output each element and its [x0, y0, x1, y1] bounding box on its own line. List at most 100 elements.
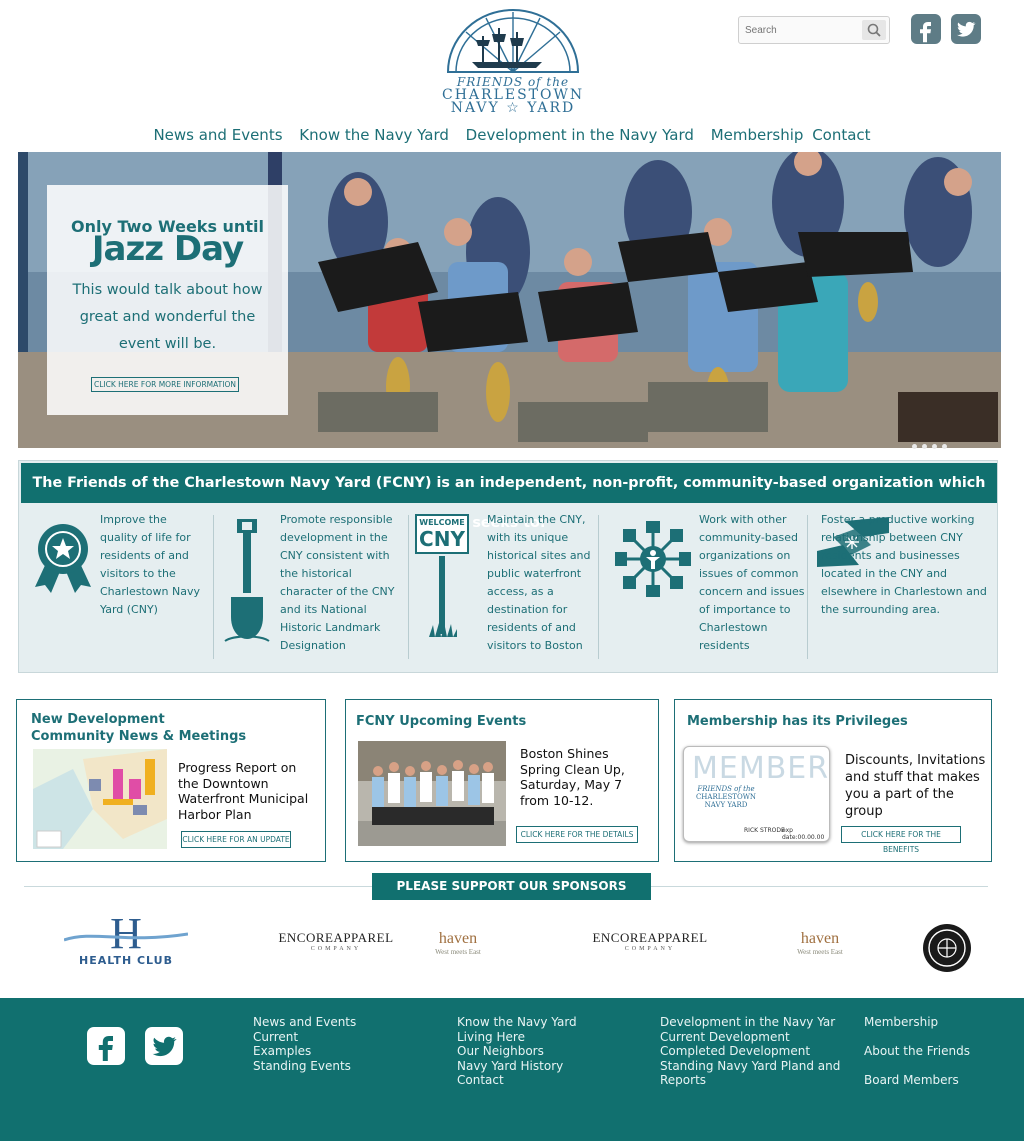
footer-col-development: Development in the Navy Yar Current Deve…: [660, 1015, 840, 1088]
mission-item-text: Promote responsible development in the C…: [280, 513, 395, 652]
card-logo-line-3: NAVY YARD: [690, 801, 762, 809]
logo-line-3: NAVY ☆ YARD: [442, 100, 584, 116]
footer-link[interactable]: Living Here: [457, 1030, 577, 1045]
encore-name: ENCOREAPPAREL: [278, 930, 394, 945]
main-nav: News and Events Know the Navy Yard Devel…: [0, 126, 1024, 144]
card-logo-line-2: CHARLESTOWN: [695, 793, 757, 801]
events-text: Boston Shines Spring Clean Up, Saturday,…: [520, 746, 625, 808]
card-watermark: MEMBER: [692, 751, 830, 786]
column-divider: [408, 515, 409, 659]
health-club-text: HEALTH CLUB: [79, 954, 173, 967]
logo-word-yard: YARD: [527, 100, 576, 116]
nav-development[interactable]: Development in the Navy Yard: [466, 126, 694, 144]
facebook-icon: [920, 22, 931, 43]
footer-twitter-button[interactable]: [145, 1027, 183, 1065]
footer-link[interactable]: Contact: [457, 1073, 577, 1088]
nav-know-the-navy-yard[interactable]: Know the Navy Yard: [299, 126, 449, 144]
card-logo: FRIENDS of the CHARLESTOWN NAVY YARD: [690, 785, 762, 809]
membership-title: Membership has its Privileges: [687, 714, 908, 729]
wave-icon: [64, 932, 188, 942]
slider-dot[interactable]: [912, 444, 917, 449]
column-divider: [598, 515, 599, 659]
footer-link[interactable]: Reports: [660, 1073, 840, 1088]
development-title: New Development: [31, 712, 165, 727]
footer-col-news: News and Events Current Examples Standin…: [253, 1015, 356, 1073]
development-text: Progress Report on the Downtown Waterfro…: [178, 760, 309, 822]
harbor-map-image[interactable]: [33, 749, 167, 849]
mission-item-text: Foster a productive working relationship…: [821, 513, 987, 616]
footer-link[interactable]: Completed Development: [660, 1044, 840, 1059]
card-logo-word-navy: NAVY: [704, 801, 726, 809]
logo-wordmark: FRIENDS of the CHARLESTOWN NAVY ☆ YARD: [442, 76, 584, 116]
events-box: FCNY Upcoming Events Boston Shines Sprin…: [345, 699, 659, 862]
twitter-button[interactable]: [951, 14, 981, 44]
mission-item-text: Improve the quality of life for resident…: [100, 513, 200, 616]
footer-link[interactable]: Membership: [864, 1008, 970, 1037]
column-divider: [213, 515, 214, 659]
haven-logo[interactable]: haven West meets East: [780, 930, 860, 956]
facebook-icon: [98, 1036, 113, 1061]
benefits-button[interactable]: CLICK HERE FOR THE BENEFITS: [841, 826, 961, 854]
round-seal-logo[interactable]: [922, 923, 972, 973]
footer-link[interactable]: Navy Yard History: [457, 1059, 577, 1074]
footer-link[interactable]: Current: [253, 1030, 356, 1045]
haven-logo[interactable]: haven West meets East: [418, 930, 498, 956]
footer-link[interactable]: News and Events: [253, 1015, 356, 1030]
footer-link[interactable]: Board Members: [864, 1066, 970, 1095]
slider-dot[interactable]: [932, 444, 937, 449]
nav-contact[interactable]: Contact: [812, 126, 870, 144]
shovel-icon: [224, 519, 270, 642]
encore-name: ENCOREAPPAREL: [592, 930, 708, 945]
nav-membership[interactable]: Membership: [711, 126, 804, 144]
star-icon: ☆: [506, 100, 521, 116]
membership-text: Discounts, Invitations and stuff that ma…: [845, 753, 986, 819]
sign-text-main: CNY: [419, 527, 465, 551]
footer-link[interactable]: Standing Events: [253, 1059, 356, 1074]
search-box: [738, 16, 890, 44]
haven-name: haven: [438, 930, 478, 947]
card-expiry: exp date:00.00.00: [782, 827, 825, 841]
hero-promo-card: Only Two Weeks until Jazz Day This would…: [47, 185, 288, 415]
footer-link[interactable]: Our Neighbors: [457, 1044, 577, 1059]
nav-news-and-events[interactable]: News and Events: [153, 126, 282, 144]
hero-body: This would talk about how great and wond…: [72, 282, 263, 352]
encore-company: COMPANY: [310, 946, 362, 952]
welcome-sign-icon: WELCOME CNY: [415, 514, 469, 554]
hero-more-info-button[interactable]: CLICK HERE FOR MORE INFORMATION: [91, 377, 239, 392]
facebook-button[interactable]: [911, 14, 941, 44]
search-button[interactable]: [862, 20, 886, 40]
membership-box: Membership has its Privileges MEMBER FRI…: [674, 699, 992, 862]
development-box: New Development Community News & Meeting…: [16, 699, 326, 862]
sponsors-heading: PLEASE SUPPORT OUR SPONSORS: [372, 873, 651, 900]
footer-facebook-button[interactable]: [87, 1027, 125, 1065]
update-button[interactable]: CLICK HERE FOR AN UPDATE: [181, 831, 291, 848]
cleanup-group-photo[interactable]: [358, 741, 506, 846]
search-input[interactable]: [745, 21, 857, 39]
details-button[interactable]: CLICK HERE FOR THE DETAILS: [516, 826, 638, 843]
mission-headline: The Friends of the Charlestown Navy Yard…: [21, 463, 997, 531]
search-icon: [867, 23, 881, 37]
footer-link[interactable]: Examples: [253, 1044, 356, 1059]
events-title: FCNY Upcoming Events: [356, 714, 527, 729]
encore-company: COMPANY: [624, 946, 676, 952]
column-divider: [807, 515, 808, 659]
encore-apparel-logo[interactable]: ENCOREAPPAREL COMPANY: [270, 930, 402, 952]
haven-tagline: West meets East: [797, 948, 843, 956]
health-club-logo[interactable]: H HEALTH CLUB: [64, 909, 188, 970]
card-logo-line-1: FRIENDS of the: [697, 785, 755, 793]
site-logo[interactable]: FRIENDS of the CHARLESTOWN NAVY ☆ YARD: [442, 6, 584, 122]
haven-name: haven: [800, 930, 840, 947]
footer-link[interactable]: Know the Navy Yard: [457, 1015, 577, 1030]
footer-link[interactable]: Current Development: [660, 1030, 840, 1045]
slider-dot[interactable]: [942, 444, 947, 449]
encore-apparel-logo[interactable]: ENCOREAPPAREL COMPANY: [584, 930, 716, 952]
logo-word-navy: NAVY: [450, 100, 500, 116]
community-news-title: Community News & Meetings: [31, 729, 247, 744]
hero-title: Jazz Day: [91, 229, 244, 269]
footer-link[interactable]: About the Friends: [864, 1037, 970, 1066]
mission-item-text: Work with other community-based organiza…: [699, 513, 805, 652]
member-card-image[interactable]: MEMBER FRIENDS of the CHARLESTOWN NAVY Y…: [683, 746, 830, 842]
footer-link[interactable]: Standing Navy Yard Pland and: [660, 1059, 840, 1074]
slider-dot[interactable]: [922, 444, 927, 449]
footer-link[interactable]: Development in the Navy Yar: [660, 1015, 840, 1030]
